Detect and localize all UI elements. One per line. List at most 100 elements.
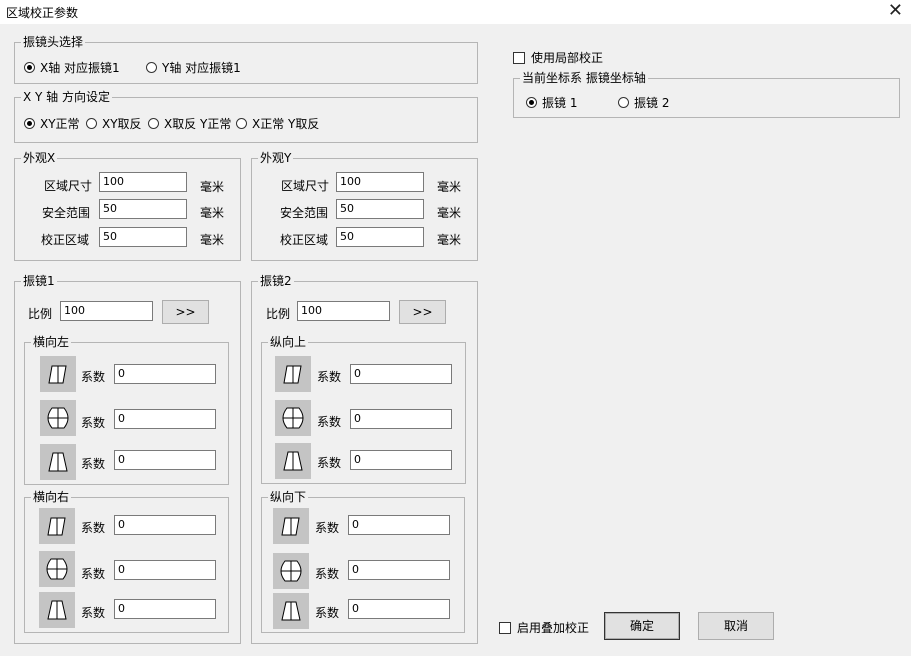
coef-label: 系数 [81, 521, 106, 535]
outer-y-legend: 外观Y [258, 151, 294, 165]
outer-y-size-input[interactable]: 100 [336, 172, 424, 192]
galvo2-apply-button[interactable]: >> [399, 300, 446, 324]
galvo2-up-coef-1[interactable]: 0 [350, 364, 452, 384]
parallelogram-icon[interactable] [39, 508, 75, 544]
galvo2-down-legend: 纵向下 [268, 490, 309, 504]
galvo2-legend: 振镜2 [258, 274, 294, 288]
radio-y-galvo1[interactable]: Y轴 对应振镜1 [146, 59, 241, 76]
coef-label: 系数 [317, 415, 342, 429]
radio-label: X轴 对应振镜1 [40, 61, 120, 75]
coef-label: 系数 [81, 606, 106, 620]
galvo2-down-coef-2[interactable]: 0 [348, 560, 450, 580]
unit-label: 毫米 [200, 206, 225, 220]
galvo1-ratio-input[interactable]: 100 [60, 301, 153, 321]
galvo1-left-coef-3[interactable]: 0 [114, 450, 216, 470]
ok-button[interactable]: 确定 [604, 612, 680, 640]
galvo-head-legend: 振镜头选择 [21, 35, 86, 49]
radio-label: XY取反 [102, 117, 142, 131]
unit-label: 毫米 [437, 180, 462, 194]
barrel-icon[interactable] [39, 551, 75, 587]
coef-label: 系数 [315, 606, 340, 620]
unit-label: 毫米 [200, 233, 225, 247]
outer-x-size-input[interactable]: 100 [99, 172, 187, 192]
coef-label: 系数 [81, 567, 106, 581]
radio-coord-galvo2[interactable]: 振镜 2 [618, 94, 669, 111]
galvo2-down-coef-3[interactable]: 0 [348, 599, 450, 619]
barrel-icon[interactable] [273, 553, 309, 589]
radio-empty-icon [86, 118, 97, 129]
outer-x-size-label: 区域尺寸 [44, 179, 93, 193]
radio-coord-galvo1[interactable]: 振镜 1 [526, 94, 577, 111]
coef-label: 系数 [317, 456, 342, 470]
outer-x-cal-label: 校正区域 [41, 233, 90, 247]
radio-x-invert[interactable]: X取反 Y正常 [148, 115, 231, 132]
coef-label: 系数 [317, 370, 342, 384]
title-bar [0, 0, 911, 24]
galvo1-right-legend: 横向右 [31, 490, 72, 504]
parallelogram-icon[interactable] [275, 356, 311, 392]
galvo1-left-coef-1[interactable]: 0 [114, 364, 216, 384]
unit-label: 毫米 [200, 180, 225, 194]
outer-y-cal-input[interactable]: 50 [336, 227, 424, 247]
coef-label: 系数 [81, 416, 106, 430]
radio-label: 振镜 1 [542, 96, 578, 110]
radio-selected-icon [526, 97, 537, 108]
galvo2-ratio-input[interactable]: 100 [297, 301, 390, 321]
trapezoid-icon[interactable] [273, 593, 309, 629]
unit-label: 毫米 [437, 233, 462, 247]
outer-y-cal-label: 校正区域 [280, 233, 329, 247]
barrel-icon[interactable] [275, 400, 311, 436]
galvo2-up-legend: 纵向上 [268, 335, 309, 349]
outer-y-safe-input[interactable]: 50 [336, 199, 424, 219]
parallelogram-icon[interactable] [273, 508, 309, 544]
trapezoid-icon[interactable] [275, 443, 311, 479]
use-local-checkbox[interactable]: 使用局部校正 [513, 49, 603, 66]
radio-empty-icon [148, 118, 159, 129]
galvo2-up-coef-3[interactable]: 0 [350, 450, 452, 470]
close-icon[interactable]: ✕ [888, 1, 903, 21]
trapezoid-icon[interactable] [39, 592, 75, 628]
coord-axis-legend: 当前坐标系 振镜坐标轴 [520, 71, 648, 85]
galvo2-up-coef-2[interactable]: 0 [350, 409, 452, 429]
outer-x-cal-input[interactable]: 50 [99, 227, 187, 247]
galvo1-right-coef-3[interactable]: 0 [114, 599, 216, 619]
galvo1-legend: 振镜1 [21, 274, 57, 288]
checkbox-label: 使用局部校正 [531, 51, 604, 65]
xy-direction-legend: X Y 轴 方向设定 [21, 90, 112, 104]
outer-x-safe-input[interactable]: 50 [99, 199, 187, 219]
radio-xy-normal[interactable]: XY正常 [24, 115, 80, 132]
cancel-button[interactable]: 取消 [698, 612, 774, 640]
barrel-icon[interactable] [40, 400, 76, 436]
radio-label: X正常 Y取反 [252, 117, 320, 131]
radio-empty-icon [146, 62, 157, 73]
checkbox-icon [513, 51, 525, 64]
galvo1-apply-button[interactable]: >> [162, 300, 209, 324]
galvo1-left-coef-2[interactable]: 0 [114, 409, 216, 429]
galvo2-down-coef-1[interactable]: 0 [348, 515, 450, 535]
radio-xy-invert[interactable]: XY取反 [86, 115, 142, 132]
galvo1-left-legend: 横向左 [31, 335, 72, 349]
outer-y-safe-label: 安全范围 [280, 206, 329, 220]
window-title: 区域校正参数 [6, 6, 79, 20]
coef-label: 系数 [81, 457, 106, 471]
coef-label: 系数 [315, 567, 340, 581]
overlay-correction-checkbox[interactable]: 启用叠加校正 [499, 619, 589, 636]
radio-label: X取反 Y正常 [164, 117, 232, 131]
galvo1-right-coef-1[interactable]: 0 [114, 515, 216, 535]
radio-y-invert[interactable]: X正常 Y取反 [236, 115, 319, 132]
radio-label: Y轴 对应振镜1 [162, 61, 241, 75]
radio-x-galvo1[interactable]: X轴 对应振镜1 [24, 59, 120, 76]
radio-label: 振镜 2 [634, 96, 670, 110]
radio-empty-icon [236, 118, 247, 129]
outer-x-legend: 外观X [21, 151, 58, 165]
outer-x-safe-label: 安全范围 [42, 206, 91, 220]
galvo1-ratio-label: 比例 [28, 307, 53, 321]
trapezoid-icon[interactable] [40, 444, 76, 480]
radio-selected-icon [24, 118, 35, 129]
outer-y-size-label: 区域尺寸 [281, 179, 330, 193]
galvo2-ratio-label: 比例 [266, 307, 291, 321]
parallelogram-icon[interactable] [40, 356, 76, 392]
radio-label: XY正常 [40, 117, 80, 131]
radio-selected-icon [24, 62, 35, 73]
galvo1-right-coef-2[interactable]: 0 [114, 560, 216, 580]
